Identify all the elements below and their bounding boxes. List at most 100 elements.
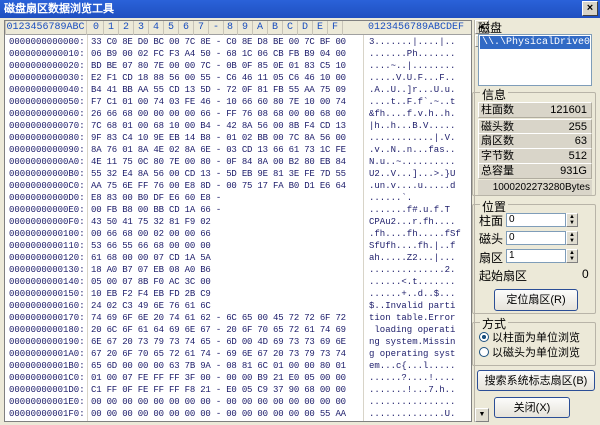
row-ascii: em...c{...l.....	[369, 361, 456, 371]
column-header: 5	[164, 21, 179, 35]
row-bytes: 6E 67 20 73 79 73 74 65 - 6D 00 4D 69 73…	[91, 337, 346, 347]
hex-row[interactable]: 00000000001A0: 67 20 6F 70 65 72 61 74 - …	[5, 349, 471, 360]
radio-by-head[interactable]: 以磁头为单位浏览	[479, 346, 580, 360]
row-offset: 0000000000130:	[9, 265, 85, 275]
close-window-button[interactable]: ×	[582, 1, 598, 16]
row-ascii: ....t..F.f`.~..t	[369, 97, 456, 107]
row-offset: 0000000000120:	[9, 253, 85, 263]
hex-row[interactable]: 0000000000070: 7C 68 01 00 68 10 00 B4 - …	[5, 121, 471, 132]
row-offset: 00000000001D0:	[9, 385, 85, 395]
hex-row[interactable]: 00000000000B0: 55 32 E4 8A 56 00 CD 13 - …	[5, 169, 471, 180]
row-ascii: ....~..|........	[369, 61, 456, 71]
radio-by-cylinder[interactable]: 以柱面为单位浏览	[479, 331, 580, 345]
column-header: D	[298, 21, 313, 35]
row-offset: 0000000000040:	[9, 85, 85, 95]
row-bytes: 8A 76 01 8A 4E 02 8A 6E - 03 CD 13 66 61…	[91, 145, 346, 155]
row-ascii: ..............U.	[369, 409, 456, 419]
radio-icon[interactable]	[479, 332, 489, 342]
row-offset: 00000000000C0:	[9, 181, 85, 191]
row-ascii: ................	[369, 397, 456, 407]
head-spinner[interactable]: ▲ ▼	[566, 231, 578, 245]
total-bytes: 1000202273280Bytes	[478, 180, 592, 195]
head-input[interactable]: 0	[506, 231, 566, 245]
row-ascii: loading operati	[369, 325, 456, 335]
cylinder-spinner[interactable]: ▲ ▼	[566, 213, 578, 227]
locate-sector-button[interactable]: 定位扇区(R)	[494, 289, 578, 311]
cylinder-input[interactable]: 0	[506, 213, 566, 227]
row-offset: 00000000000E0:	[9, 205, 85, 215]
row-bytes: 26 66 68 00 00 00 00 66 - FF 76 08 68 00…	[91, 109, 346, 119]
row-ascii: .fh....fh.....fSf	[369, 229, 461, 239]
search-system-sector-button[interactable]: 搜索系统标志扇区(B)	[477, 370, 595, 391]
offset-header: 0123456789ABC	[5, 21, 87, 35]
row-ascii: $..Invalid parti	[369, 301, 456, 311]
start-sector-label: 起始扇区	[479, 269, 528, 283]
column-header: -	[209, 21, 224, 35]
hex-row[interactable]: 0000000000060: 26 66 68 00 00 00 00 66 - …	[5, 109, 471, 120]
hex-row[interactable]: 0000000000080: 9F 83 C4 10 9E EB 14 B8 - …	[5, 133, 471, 144]
column-header: 0	[89, 21, 104, 35]
row-ascii: U2..V...]...>.}U	[369, 169, 456, 179]
hex-row[interactable]: 0000000000050: F7 C1 01 00 74 03 FE 46 - …	[5, 97, 471, 108]
row-offset: 00000000001F0:	[9, 409, 85, 419]
radio-icon[interactable]	[479, 347, 489, 357]
column-header: 4	[149, 21, 164, 35]
row-bytes: 00 00 00 00 00 00 00 00 - 00 00 00 00 00…	[91, 409, 346, 419]
row-offset: 0000000000060:	[9, 109, 85, 119]
row-ascii: SfUfh....fh.|..f	[369, 241, 456, 251]
disk-list[interactable]: \\.\PhysicalDrive0	[478, 34, 592, 86]
hex-row[interactable]: 00000000001B0: 65 6D 00 00 00 63 7B 9A - …	[5, 361, 471, 372]
hex-row[interactable]: 00000000000C0: AA 75 6E FF 76 00 E8 8D - …	[5, 181, 471, 192]
row-ascii: ......<.t.......	[369, 277, 456, 287]
hex-viewer[interactable]: 0123456789ABC 0123456789ABCDEF 01234567-…	[4, 20, 472, 422]
row-offset: 00000000001E0:	[9, 397, 85, 407]
hex-row[interactable]: 0000000000030: E2 F1 CD 18 88 56 00 55 - …	[5, 73, 471, 84]
cylinder-label: 柱面	[479, 214, 504, 228]
row-ascii: .....V.U.F...F..	[369, 73, 456, 83]
hex-row[interactable]: 00000000001D0: C1 FF 0F FE FF FF F8 21 - …	[5, 385, 471, 396]
hex-row[interactable]: 00000000001C0: 01 00 07 FE FF FF 3F 00 - …	[5, 373, 471, 384]
column-header: 3	[134, 21, 149, 35]
hex-row[interactable]: 00000000001E0: 00 00 00 00 00 00 00 00 - …	[5, 397, 471, 408]
blank-region	[213, 211, 363, 311]
row-ascii: ......`.	[369, 193, 413, 203]
row-bytes: B4 41 BB AA 55 CD 13 5D - 72 0F 81 FB 55…	[91, 85, 346, 95]
row-ascii: ......?....!....	[369, 373, 456, 383]
sector-input[interactable]: 1	[506, 249, 566, 263]
hex-row[interactable]: 0000000000190: 6E 67 20 73 79 73 74 65 - …	[5, 337, 471, 348]
row-ascii: &fh....f.v.h..h.	[369, 109, 456, 119]
row-bytes: 65 6D 00 00 00 63 7B 9A - 08 81 6C 01 00…	[91, 361, 346, 371]
column-header: E	[313, 21, 328, 35]
hex-row[interactable]: 00000000001F0: 00 00 00 00 00 00 00 00 - …	[5, 409, 471, 420]
disk-item-selected[interactable]: \\.\PhysicalDrive0	[480, 36, 590, 49]
hex-row[interactable]: 0000000000000: 33 C0 8E D0 BC 00 7C 8E - …	[5, 37, 471, 48]
row-ascii: 3.......|....|..	[369, 37, 456, 47]
hex-row[interactable]: 00000000000A0: 4E 11 75 0C 80 7E 00 80 - …	[5, 157, 471, 168]
sector-spinner[interactable]: ▲ ▼	[566, 249, 578, 263]
row-offset: 0000000000180:	[9, 325, 85, 335]
hex-row[interactable]: 0000000000010: 06 B9 00 02 FC F3 A4 50 - …	[5, 49, 471, 60]
close-button[interactable]: 关闭(X)	[494, 397, 570, 418]
row-offset: 0000000000070:	[9, 121, 85, 131]
row-offset: 00000000000B0:	[9, 169, 85, 179]
hex-row[interactable]: 0000000000040: B4 41 BB AA 55 CD 13 5D - …	[5, 85, 471, 96]
ascii-header: 0123456789ABCDEF	[367, 22, 464, 33]
hex-row[interactable]: 0000000000180: 20 6C 6F 61 64 69 6E 67 - …	[5, 325, 471, 336]
row-offset: 0000000000090:	[9, 145, 85, 155]
row-ascii: .......f#.u.f.T	[369, 205, 451, 215]
row-ascii: tion table.Error	[369, 313, 456, 323]
row-offset: 0000000000050:	[9, 97, 85, 107]
row-bytes: F7 C1 01 00 74 03 FE 46 - 10 66 60 80 7E…	[91, 97, 346, 107]
row-ascii: .un.v....u.....d	[369, 181, 456, 191]
row-offset: 0000000000190:	[9, 337, 85, 347]
window-title: 磁盘扇区数据浏览工具	[4, 3, 114, 15]
hex-row[interactable]: 00000000000D0: E8 83 00 B0 DF E6 60 E8 -.…	[5, 193, 471, 204]
column-header: C	[283, 21, 298, 35]
row-offset: 0000000000020:	[9, 61, 85, 71]
column-header: 7	[194, 21, 209, 35]
column-header: 1	[104, 21, 119, 35]
hex-row[interactable]: 0000000000170: 74 69 6F 6E 20 74 61 62 - …	[5, 313, 471, 324]
hex-row[interactable]: 0000000000090: 8A 76 01 8A 4E 02 8A 6E - …	[5, 145, 471, 156]
scroll-down-icon[interactable]: ▼	[475, 408, 489, 422]
hex-row[interactable]: 0000000000020: BD BE 07 80 7E 00 00 7C - …	[5, 61, 471, 72]
